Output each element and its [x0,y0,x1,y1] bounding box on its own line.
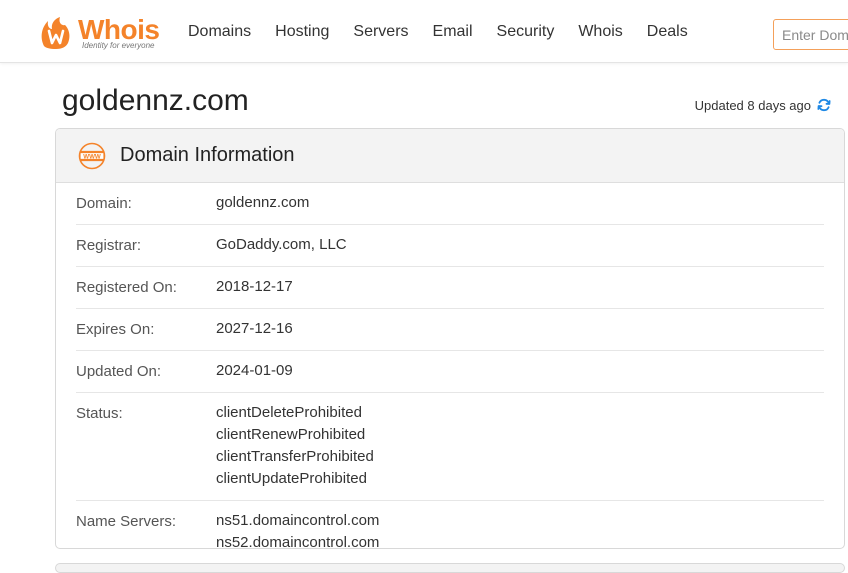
card-title: Domain Information [120,144,295,166]
row-value: goldennz.com [216,194,310,211]
row-value-list: goldennz.com [216,192,309,214]
info-row-expires-on: Expires On: 2027-12-16 [76,309,824,351]
nav-deals[interactable]: Deals [647,23,688,41]
info-row-domain: Domain: goldennz.com [76,183,824,225]
logo-tagline: Identity for everyone [82,41,155,50]
site-header: Whois Identity for everyone Domains Host… [0,0,848,63]
nav-whois[interactable]: Whois [578,23,622,41]
row-label: Expires On: [76,321,155,338]
row-label: Updated On: [76,363,162,380]
page-title: goldennz.com [62,84,249,117]
row-value-list: GoDaddy.com, LLC [216,234,347,256]
updated-status: Updated 8 days ago [695,97,832,113]
row-value-list: ns51.domaincontrol.com ns52.domaincontro… [216,510,380,549]
flame-w-icon [41,17,70,49]
svg-text:WWW: WWW [83,153,101,160]
name-server-value: ns52.domaincontrol.com [216,534,380,549]
row-label: Domain: [76,195,132,212]
info-row-registrar: Registrar: GoDaddy.com, LLC [76,225,824,267]
row-label: Registrar: [76,237,142,254]
info-row-registered-on: Registered On: 2018-12-17 [76,267,824,309]
status-value: clientDeleteProhibited [216,404,362,421]
www-icon: WWW [78,142,106,169]
domain-information-card: WWW Domain Information Domain: goldennz.… [55,128,845,549]
info-row-updated-on: Updated On: 2024-01-09 [76,351,824,393]
main-nav: Domains Hosting Servers Email Security W… [188,0,712,63]
info-table: Domain: goldennz.com Registrar: GoDaddy.… [56,183,844,549]
row-value: 2018-12-17 [216,278,293,295]
nav-security[interactable]: Security [497,23,555,41]
info-row-status: Status: clientDeleteProhibited clientRen… [76,393,824,501]
row-value-list: 2027-12-16 [216,318,293,340]
row-label: Registered On: [76,279,177,296]
site-logo[interactable]: Whois Identity for everyone [38,14,164,54]
row-value-list: clientDeleteProhibited clientRenewProhib… [216,402,374,490]
row-value-list: 2024-01-09 [216,360,293,382]
next-section-card [55,563,845,573]
status-value: clientUpdateProhibited [216,470,367,487]
row-value: 2027-12-16 [216,320,293,337]
row-value: 2024-01-09 [216,362,293,379]
info-row-name-servers: Name Servers: ns51.domaincontrol.com ns5… [76,501,824,549]
card-header: WWW Domain Information [56,129,844,183]
domain-search-input[interactable] [773,19,848,50]
nav-hosting[interactable]: Hosting [275,23,329,41]
nav-domains[interactable]: Domains [188,23,251,41]
refresh-icon[interactable] [816,97,832,113]
status-value: clientRenewProhibited [216,426,366,443]
name-server-value: ns51.domaincontrol.com [216,512,380,529]
nav-email[interactable]: Email [433,23,473,41]
row-label: Status: [76,405,123,422]
row-label: Name Servers: [76,513,177,530]
status-value: clientTransferProhibited [216,448,374,465]
updated-text: Updated 8 days ago [694,97,811,113]
row-value-list: 2018-12-17 [216,276,293,298]
row-value: GoDaddy.com, LLC [216,236,347,253]
nav-servers[interactable]: Servers [353,23,408,41]
